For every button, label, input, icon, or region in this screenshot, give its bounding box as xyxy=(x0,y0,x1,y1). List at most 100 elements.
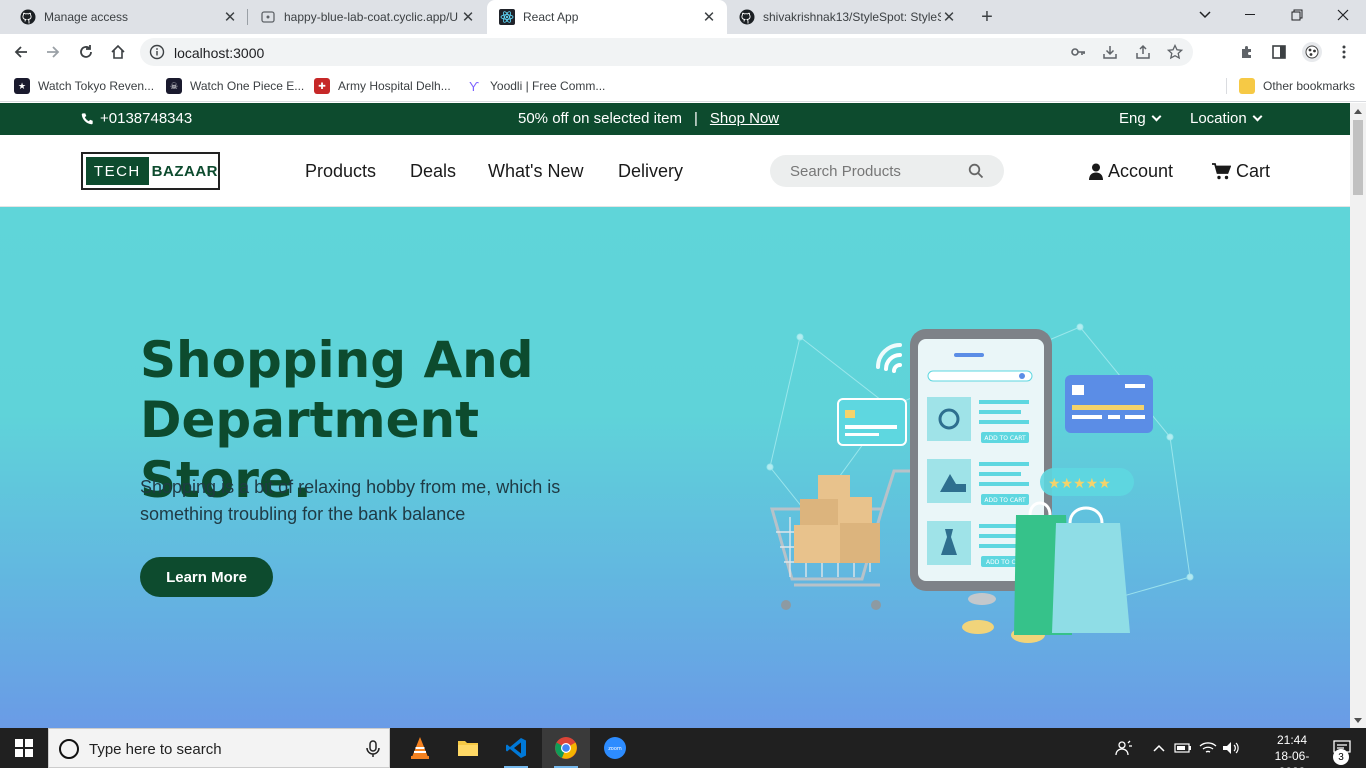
show-hidden-icons[interactable] xyxy=(1148,728,1170,768)
microphone-icon[interactable] xyxy=(365,740,381,758)
learn-more-button[interactable]: Learn More xyxy=(140,557,273,597)
minimize-button[interactable] xyxy=(1228,0,1274,30)
key-icon[interactable] xyxy=(1070,44,1086,60)
battery-icon xyxy=(1174,743,1191,753)
close-icon[interactable]: ✕ xyxy=(222,9,238,26)
hero-title-line1: Shopping And xyxy=(140,331,534,389)
other-bookmarks[interactable]: Other bookmarks xyxy=(1239,76,1355,96)
bookmark-item[interactable]: ☠ Watch One Piece E... xyxy=(166,76,304,96)
tab-title: happy-blue-lab-coat.cyclic.app/U xyxy=(284,10,459,24)
battery-tray[interactable] xyxy=(1172,728,1194,768)
taskbar-search-placeholder: Type here to search xyxy=(89,741,222,758)
tab-title: React App xyxy=(523,10,579,24)
tab-cyclic-app[interactable]: happy-blue-lab-coat.cyclic.app/U ✕ xyxy=(248,0,486,34)
browser-toolbar: localhost:3000 xyxy=(0,34,1366,70)
reload-icon xyxy=(80,45,92,58)
tab-react-app[interactable]: React App ✕ xyxy=(487,0,727,34)
close-window-button[interactable] xyxy=(1320,0,1366,30)
search-box xyxy=(770,155,1004,187)
nav-deals[interactable]: Deals xyxy=(410,161,456,182)
folder-icon xyxy=(458,741,478,756)
location-label: Location xyxy=(1190,110,1247,127)
url-text: localhost:3000 xyxy=(174,45,265,61)
logo-bazaar: BAZAAR xyxy=(151,162,218,180)
main-navbar: TECH BAZAAR Products Deals What's New De… xyxy=(0,135,1350,207)
language-selector[interactable]: Eng xyxy=(1119,110,1162,127)
reload-button[interactable] xyxy=(73,39,99,65)
cart-label: Cart xyxy=(1236,161,1271,181)
chevron-up-icon xyxy=(1153,744,1165,752)
back-button[interactable] xyxy=(8,39,34,65)
account-label: Account xyxy=(1108,161,1174,181)
star-icon[interactable] xyxy=(1167,44,1183,60)
search-input[interactable] xyxy=(790,155,970,187)
page-icon xyxy=(260,9,276,25)
cart-link[interactable]: Cart xyxy=(1212,161,1270,182)
file-explorer-app[interactable] xyxy=(444,728,492,768)
install-icon[interactable] xyxy=(1102,44,1118,60)
bookmark-item[interactable]: ✚ Army Hospital Delh... xyxy=(314,76,451,96)
close-icon[interactable]: ✕ xyxy=(460,9,476,26)
account-link[interactable]: Account xyxy=(1089,161,1173,182)
github-icon xyxy=(739,9,755,25)
arrow-left-icon xyxy=(14,46,27,58)
wifi-tray[interactable] xyxy=(1197,728,1219,768)
forward-button[interactable] xyxy=(40,39,66,65)
tab-manage-access[interactable]: Manage access ✕ xyxy=(8,0,248,34)
start-button[interactable] xyxy=(0,728,48,768)
tab-github-stylespot[interactable]: shivakrishnak13/StyleSpot: StyleS ✕ xyxy=(727,0,967,34)
chrome-app[interactable] xyxy=(542,728,590,768)
side-panel-icon xyxy=(1272,45,1286,59)
offer-text: 50% off on selected item xyxy=(518,110,682,127)
bookmark-label: Army Hospital Delh... xyxy=(338,79,451,93)
people-tray[interactable] xyxy=(1110,728,1138,768)
tab-search-button[interactable] xyxy=(1182,0,1228,30)
kebab-menu-icon xyxy=(1342,45,1346,59)
react-icon xyxy=(499,9,515,25)
scrollbar-thumb[interactable] xyxy=(1353,120,1363,195)
vscode-app[interactable] xyxy=(492,728,540,768)
new-tab-button[interactable]: + xyxy=(976,6,998,28)
arrow-right-icon xyxy=(47,46,60,58)
zoom-app[interactable]: zoom xyxy=(591,728,639,768)
github-icon xyxy=(20,9,36,25)
profile-button[interactable] xyxy=(1299,39,1325,65)
close-icon[interactable]: ✕ xyxy=(941,9,957,26)
restore-button[interactable] xyxy=(1274,0,1320,30)
svg-text:zoom: zoom xyxy=(608,746,622,752)
extensions-button[interactable] xyxy=(1234,39,1260,65)
home-button[interactable] xyxy=(105,39,131,65)
home-icon xyxy=(111,44,125,59)
chevron-down-icon xyxy=(1199,11,1211,19)
volume-tray[interactable] xyxy=(1220,728,1242,768)
search-icon[interactable] xyxy=(968,163,984,179)
puzzle-icon xyxy=(1242,46,1251,58)
menu-button[interactable] xyxy=(1331,39,1357,65)
taskbar-search[interactable]: Type here to search xyxy=(48,728,390,768)
site-logo[interactable]: TECH BAZAAR xyxy=(81,152,220,190)
side-panel-button[interactable] xyxy=(1266,39,1292,65)
address-bar[interactable]: localhost:3000 xyxy=(140,38,1193,66)
bookmark-item[interactable]: ★ Watch Tokyo Reven... xyxy=(14,76,154,96)
nav-whats-new[interactable]: What's New xyxy=(488,161,583,182)
hero-section: Shopping And Department Store. Shopping … xyxy=(0,207,1350,728)
phone-contact[interactable]: +0138748343 xyxy=(80,110,192,127)
info-icon[interactable] xyxy=(149,44,165,60)
page-scrollbar[interactable] xyxy=(1350,103,1366,728)
system-clock[interactable]: 21:44 18-06-2023 xyxy=(1262,732,1322,768)
nav-products[interactable]: Products xyxy=(305,161,376,182)
bookmark-favicon-icon: ✚ xyxy=(314,78,330,94)
vlc-app[interactable] xyxy=(396,728,444,768)
bookmark-favicon-icon: ★ xyxy=(14,78,30,94)
share-icon[interactable] xyxy=(1135,44,1151,60)
shop-now-link[interactable]: Shop Now xyxy=(710,110,779,127)
scroll-down-arrow[interactable] xyxy=(1354,718,1362,723)
vlc-icon xyxy=(411,737,429,759)
location-selector[interactable]: Location xyxy=(1190,110,1263,127)
chevron-down-icon xyxy=(1252,111,1263,122)
promo-bar: +0138748343 50% off on selected item | S… xyxy=(0,103,1350,135)
close-icon[interactable]: ✕ xyxy=(701,9,717,26)
bookmark-item[interactable]: ϒ Yoodli | Free Comm... xyxy=(466,76,605,96)
scroll-up-arrow[interactable] xyxy=(1354,109,1362,114)
nav-delivery[interactable]: Delivery xyxy=(618,161,683,182)
